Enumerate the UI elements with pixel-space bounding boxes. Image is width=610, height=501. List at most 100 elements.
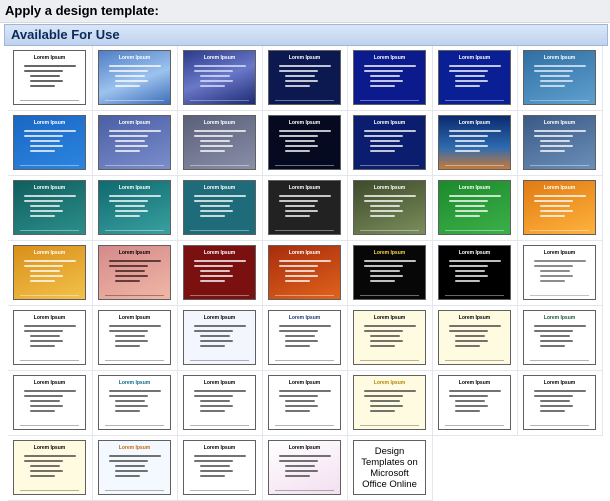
template-item[interactable]: Lorem Ipsum xyxy=(433,241,518,306)
template-item[interactable]: Lorem Ipsum xyxy=(178,306,263,371)
template-thumbnail[interactable]: Lorem Ipsum xyxy=(268,180,341,235)
template-item[interactable]: Lorem Ipsum xyxy=(93,241,178,306)
template-thumbnail[interactable]: Lorem Ipsum xyxy=(13,180,86,235)
template-item[interactable]: Lorem Ipsum xyxy=(263,436,348,501)
template-thumbnail[interactable]: Lorem Ipsum xyxy=(438,310,511,365)
template-thumbnail[interactable]: Lorem Ipsum xyxy=(98,440,171,495)
template-item[interactable]: Lorem Ipsum xyxy=(263,111,348,176)
template-thumbnail[interactable]: Lorem Ipsum xyxy=(353,115,426,170)
template-item[interactable]: Lorem Ipsum xyxy=(8,371,93,436)
template-item[interactable]: Lorem Ipsum xyxy=(433,46,518,111)
template-item[interactable]: Lorem Ipsum xyxy=(8,241,93,306)
template-item[interactable]: Lorem Ipsum xyxy=(263,46,348,111)
template-item[interactable]: Lorem Ipsum xyxy=(433,111,518,176)
template-thumbnail[interactable]: Lorem Ipsum xyxy=(98,245,171,300)
template-thumbnail[interactable]: Lorem Ipsum xyxy=(13,310,86,365)
template-thumbnail[interactable]: Lorem Ipsum xyxy=(183,375,256,430)
template-thumbnail[interactable]: Lorem Ipsum xyxy=(98,375,171,430)
template-item[interactable]: Lorem Ipsum xyxy=(8,46,93,111)
template-thumbnail[interactable]: Lorem Ipsum xyxy=(523,180,596,235)
template-item[interactable]: Lorem Ipsum xyxy=(178,241,263,306)
template-item[interactable]: Lorem Ipsum xyxy=(93,111,178,176)
template-item[interactable]: Lorem Ipsum xyxy=(8,176,93,241)
template-item[interactable]: Lorem Ipsum xyxy=(348,371,433,436)
template-thumbnail[interactable]: Lorem Ipsum xyxy=(438,245,511,300)
template-thumbnail[interactable]: Lorem Ipsum xyxy=(13,440,86,495)
template-thumbnail[interactable]: Lorem Ipsum xyxy=(353,375,426,430)
template-thumbnail[interactable]: Lorem Ipsum xyxy=(353,180,426,235)
template-item[interactable]: Lorem Ipsum xyxy=(263,241,348,306)
template-item[interactable]: Lorem Ipsum xyxy=(348,111,433,176)
template-thumbnail[interactable]: Lorem Ipsum xyxy=(523,375,596,430)
template-item[interactable]: Lorem Ipsum xyxy=(433,371,518,436)
template-thumbnail[interactable]: Lorem Ipsum xyxy=(183,180,256,235)
template-thumbnail[interactable]: Lorem Ipsum xyxy=(183,440,256,495)
template-item[interactable]: Lorem Ipsum xyxy=(8,111,93,176)
template-thumbnail[interactable]: Lorem Ipsum xyxy=(268,440,341,495)
template-item[interactable]: Lorem Ipsum xyxy=(263,176,348,241)
template-thumbnail[interactable]: Lorem Ipsum xyxy=(353,245,426,300)
template-thumbnail[interactable]: Lorem Ipsum xyxy=(183,50,256,105)
template-thumbnail[interactable]: Lorem Ipsum xyxy=(13,50,86,105)
template-item[interactable]: Lorem Ipsum xyxy=(263,306,348,371)
template-item[interactable]: Lorem Ipsum xyxy=(518,306,603,371)
bullet-line xyxy=(455,345,480,347)
template-thumbnail[interactable]: Lorem Ipsum xyxy=(438,375,511,430)
template-item[interactable]: Lorem Ipsum xyxy=(518,176,603,241)
template-item[interactable]: Lorem Ipsum xyxy=(8,436,93,501)
template-thumbnail[interactable]: Lorem Ipsum xyxy=(13,115,86,170)
template-thumbnail[interactable]: Lorem Ipsum xyxy=(438,50,511,105)
template-item[interactable]: Lorem Ipsum xyxy=(433,306,518,371)
template-thumbnail[interactable]: Lorem Ipsum xyxy=(13,375,86,430)
template-item[interactable]: Lorem Ipsum xyxy=(433,176,518,241)
template-item[interactable]: Lorem Ipsum xyxy=(348,241,433,306)
template-item[interactable]: Lorem Ipsum xyxy=(348,176,433,241)
bullet-line xyxy=(449,130,502,132)
template-thumbnail[interactable]: Lorem Ipsum xyxy=(98,310,171,365)
template-thumbnail[interactable]: Lorem Ipsum xyxy=(98,50,171,105)
template-thumbnail[interactable]: Lorem Ipsum xyxy=(438,115,511,170)
template-thumbnail[interactable]: Lorem Ipsum xyxy=(13,245,86,300)
template-item[interactable]: Lorem Ipsum xyxy=(93,306,178,371)
template-thumbnail[interactable]: Lorem Ipsum xyxy=(353,310,426,365)
template-item[interactable]: Lorem Ipsum xyxy=(263,371,348,436)
template-thumbnail[interactable]: Lorem Ipsum xyxy=(353,50,426,105)
template-thumbnail[interactable]: Lorem Ipsum xyxy=(523,310,596,365)
template-thumbnail[interactable]: Lorem Ipsum xyxy=(268,375,341,430)
template-thumbnail[interactable]: Lorem Ipsum xyxy=(268,50,341,105)
template-item[interactable]: Lorem Ipsum xyxy=(93,176,178,241)
template-item[interactable]: Lorem Ipsum xyxy=(93,371,178,436)
bullet-line xyxy=(200,345,225,347)
template-item[interactable]: Lorem Ipsum xyxy=(93,46,178,111)
template-thumbnail[interactable]: Lorem Ipsum xyxy=(268,310,341,365)
template-item[interactable]: Lorem Ipsum xyxy=(348,46,433,111)
template-thumbnail[interactable]: Lorem Ipsum xyxy=(523,50,596,105)
bullet-line xyxy=(370,210,403,212)
template-item[interactable]: Lorem Ipsum xyxy=(518,46,603,111)
online-templates-tile[interactable]: Design Templates on Microsoft Office Online xyxy=(353,440,426,495)
template-thumbnail[interactable]: Lorem Ipsum xyxy=(523,245,596,300)
template-thumbnail[interactable]: Lorem Ipsum xyxy=(98,180,171,235)
template-item[interactable]: Lorem Ipsum xyxy=(348,306,433,371)
template-thumbnail[interactable]: Lorem Ipsum xyxy=(268,245,341,300)
template-thumbnail[interactable]: Lorem Ipsum xyxy=(268,115,341,170)
template-item[interactable]: Lorem Ipsum xyxy=(93,436,178,501)
template-thumbnail[interactable]: Lorem Ipsum xyxy=(523,115,596,170)
template-item[interactable]: Lorem Ipsum xyxy=(178,371,263,436)
template-thumbnail[interactable]: Lorem Ipsum xyxy=(183,115,256,170)
template-thumbnail[interactable]: Lorem Ipsum xyxy=(98,115,171,170)
template-item[interactable]: Lorem Ipsum xyxy=(518,111,603,176)
template-body-text xyxy=(24,325,79,350)
template-thumbnail[interactable]: Lorem Ipsum xyxy=(183,310,256,365)
template-item[interactable]: Lorem Ipsum xyxy=(178,111,263,176)
template-item[interactable]: Lorem Ipsum xyxy=(178,46,263,111)
template-item[interactable]: Lorem Ipsum xyxy=(8,306,93,371)
template-thumbnail[interactable]: Lorem Ipsum xyxy=(183,245,256,300)
template-item[interactable]: Lorem Ipsum xyxy=(178,176,263,241)
template-item[interactable]: Lorem Ipsum xyxy=(518,371,603,436)
online-templates-item[interactable]: Design Templates on Microsoft Office Online xyxy=(348,436,433,501)
bullet-line xyxy=(109,325,162,327)
template-item[interactable]: Lorem Ipsum xyxy=(518,241,603,306)
template-thumbnail[interactable]: Lorem Ipsum xyxy=(438,180,511,235)
template-item[interactable]: Lorem Ipsum xyxy=(178,436,263,501)
